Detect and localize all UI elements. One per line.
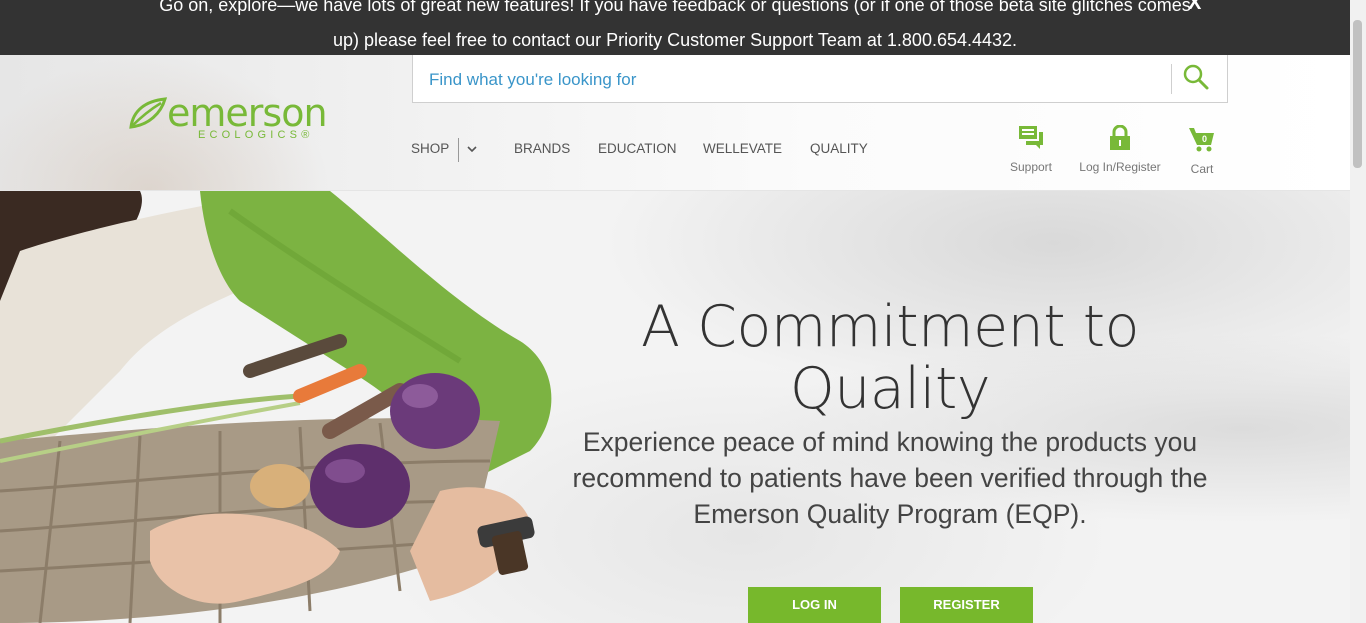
nav-separator <box>458 138 459 162</box>
search-button[interactable] <box>1181 62 1211 92</box>
hero-photo-woman-with-vegetable-basket <box>0 191 552 623</box>
search-icon <box>1183 64 1209 90</box>
hero-subtitle: Experience peace of mind knowing the pro… <box>572 427 1208 529</box>
nav-shop[interactable]: SHOP <box>411 141 449 156</box>
announcement-text: Go on, explore—we have lots of great new… <box>0 0 1350 55</box>
leaf-icon <box>129 97 167 129</box>
lock-icon <box>1110 124 1130 150</box>
announcement-line-1: Go on, explore—we have lots of great new… <box>159 0 1191 15</box>
login-register-label: Log In/Register <box>1079 160 1161 174</box>
cart-label: Cart <box>1190 162 1214 176</box>
support-label: Support <box>1009 160 1053 174</box>
site-header: emerson ECOLOGICS® SHOP BRANDS EDUCATION… <box>0 55 1350 191</box>
cart-count: 0 <box>1202 134 1207 144</box>
emerson-ecologics-logo[interactable]: emerson ECOLOGICS® <box>127 93 357 143</box>
page-scrollbar[interactable] <box>1350 0 1366 623</box>
announcement-banner: Go on, explore—we have lots of great new… <box>0 0 1350 55</box>
register-button[interactable]: REGISTER <box>900 587 1033 623</box>
login-register-link[interactable]: Log In/Register <box>1074 124 1166 174</box>
chevron-down-icon[interactable] <box>465 142 479 156</box>
nav-education[interactable]: EDUCATION <box>598 141 677 156</box>
hero-section: A Commitment to Quality Experience peace… <box>0 191 1350 623</box>
announcement-line-2: up) please feel free to contact our Prio… <box>332 30 1018 50</box>
logo-wordmark: emerson <box>167 91 328 135</box>
nav-brands[interactable]: BRANDS <box>514 141 570 156</box>
support-link[interactable]: Support <box>1006 125 1056 174</box>
nav-quality[interactable]: QUALITY <box>810 141 868 156</box>
search-input[interactable] <box>427 67 1171 93</box>
banner-close-button[interactable]: X <box>1188 0 1201 15</box>
cart-link[interactable]: 0 Cart <box>1183 125 1221 176</box>
search-divider <box>1171 64 1172 94</box>
logo-subtitle: ECOLOGICS® <box>198 129 314 141</box>
scrollbar-thumb[interactable] <box>1353 20 1362 168</box>
chat-icon <box>1019 126 1043 149</box>
cart-icon: 0 <box>1189 128 1214 152</box>
log-in-button[interactable]: LOG IN <box>748 587 881 623</box>
search-box <box>412 55 1228 103</box>
hero-title: A Commitment to Quality <box>641 294 1139 422</box>
nav-wellevate[interactable]: WELLEVATE <box>703 141 782 156</box>
